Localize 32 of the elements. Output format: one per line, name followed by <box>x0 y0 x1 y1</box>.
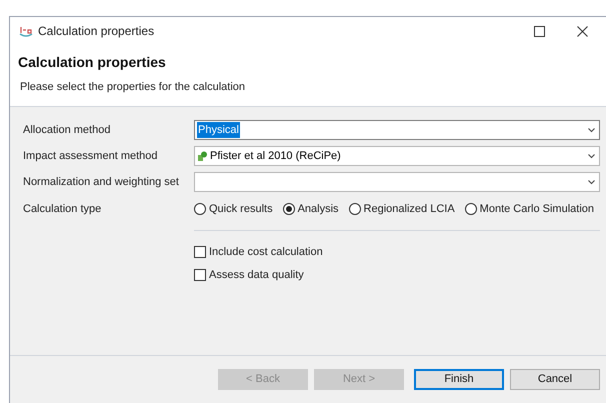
page-title: Calculation properties <box>18 53 167 72</box>
dropdown[interactable]: Pfister et al 2010 (ReCiPe) <box>194 146 600 166</box>
radio-button[interactable] <box>348 203 361 215</box>
field-label: Allocation method <box>23 122 112 138</box>
radio-button[interactable] <box>194 203 206 215</box>
app-logo-icon <box>18 25 34 37</box>
dropdown-value: Pfister et al 2010 (ReCiPe) <box>210 148 341 164</box>
checkbox-label: Include cost calculation <box>209 245 323 260</box>
radio-label: Regionalized LCIA <box>364 202 455 217</box>
radio-label: Analysis <box>298 202 339 217</box>
close-icon[interactable] <box>577 26 588 36</box>
window-title: Calculation properties <box>38 23 154 40</box>
field-label: Calculation type <box>23 202 102 217</box>
chevron-down-icon <box>588 128 595 132</box>
radio-label: Monte Carlo Simulation <box>480 202 594 217</box>
leaf-icon <box>197 150 208 162</box>
dialog-button[interactable]: Finish <box>414 369 504 390</box>
dropdown-value: Physical <box>197 122 240 138</box>
checkbox[interactable] <box>194 246 206 258</box>
page-description: Please select the properties for the calculation <box>20 80 246 95</box>
checkbox[interactable] <box>194 268 206 281</box>
field-label: Normalization and weighting set <box>23 174 180 190</box>
field-label: Impact assessment method <box>23 148 159 164</box>
radio-button[interactable] <box>464 203 477 215</box>
maximize-icon[interactable] <box>534 26 545 36</box>
chevron-down-icon <box>588 180 595 184</box>
dropdown[interactable]: Physical <box>194 120 600 140</box>
checkbox-label: Assess data quality <box>209 268 304 282</box>
dialog-button[interactable]: Cancel <box>510 369 600 390</box>
chevron-down-icon <box>588 154 595 158</box>
radio-button[interactable] <box>282 203 295 215</box>
radio-label: Quick results <box>209 202 273 217</box>
